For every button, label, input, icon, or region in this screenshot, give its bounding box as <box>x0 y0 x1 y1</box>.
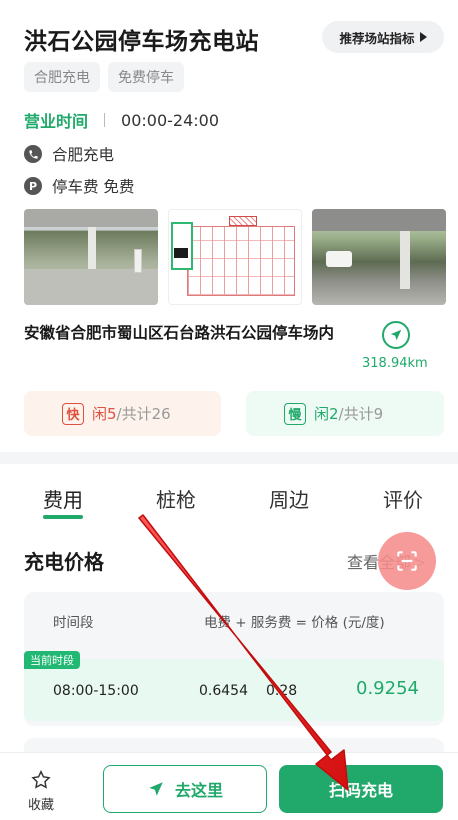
navigate-label: 去这里 <box>174 781 223 800</box>
slow-charger-card[interactable]: 慢 闲2 /共计9 <box>246 391 444 436</box>
active-tab-indicator <box>43 515 83 519</box>
station-photo[interactable] <box>312 209 446 305</box>
play-icon <box>419 32 427 42</box>
station-tags: 合肥充电 免费停车 <box>24 62 184 92</box>
total-price-cell: 0.9254 <box>356 678 419 699</box>
scan-icon <box>397 551 417 571</box>
distance: 318.94km <box>362 356 428 371</box>
slow-total-count: /共计9 <box>338 405 384 423</box>
favorite-label: 收藏 <box>27 798 54 813</box>
price-table: 时间段 电费 + 服务费 = 价格 (元/度) 当前时段 08:00-15:00… <box>24 592 444 726</box>
tab-fees[interactable]: 费用 <box>43 484 83 513</box>
section-divider <box>0 452 458 464</box>
scan-to-charge-label: 扫码充电 <box>328 781 393 800</box>
scan-to-charge-button[interactable]: 扫码充电 <box>279 765 443 813</box>
recommend-metrics-button[interactable]: 推荐场站指标 <box>322 21 444 53</box>
business-hours: 营业时间 00:00-24:00 <box>24 108 219 132</box>
slow-badge: 慢 <box>284 402 306 425</box>
parking-icon: P <box>24 177 42 195</box>
parking-map-photo[interactable] <box>168 209 302 305</box>
station-photos <box>24 209 446 305</box>
navigation-arrow-icon <box>149 782 163 796</box>
period-column-header: 时间段 <box>53 615 94 631</box>
fast-idle-count: 闲5 <box>92 405 117 423</box>
service-fee-cell: 0.28 <box>266 683 298 699</box>
station-photo[interactable] <box>24 209 158 305</box>
operator-name: 合肥充电 <box>52 146 115 164</box>
station-title: 洪石公园停车场充电站 <box>24 29 259 55</box>
navigation-icon[interactable] <box>382 321 410 349</box>
recommend-metrics-label: 推荐场站指标 <box>339 30 415 46</box>
slow-idle-count: 闲2 <box>314 405 339 423</box>
period-cell: 08:00-15:00 <box>53 683 139 699</box>
favorite-button[interactable]: 收藏 <box>24 769 58 813</box>
bottom-action-bar: 收藏 去这里 扫码充电 <box>0 752 458 820</box>
detail-tabs: 费用 桩枪 周边 评价 <box>0 478 458 522</box>
tab-nearby[interactable]: 周边 <box>269 484 309 513</box>
tab-reviews[interactable]: 评价 <box>383 484 423 513</box>
fast-total-count: /共计26 <box>116 405 171 423</box>
hours-label: 营业时间 <box>24 112 89 131</box>
electricity-fee-cell: 0.6454 <box>199 683 248 699</box>
floating-scan-button[interactable] <box>378 532 436 590</box>
star-icon <box>31 770 51 789</box>
tag-free-parking: 免费停车 <box>108 62 184 92</box>
hours-value: 00:00-24:00 <box>121 110 220 130</box>
parking-fee-text: 停车费 免费 <box>52 178 135 196</box>
tag-city: 合肥充电 <box>24 62 100 92</box>
fast-charger-card[interactable]: 快 闲5 /共计26 <box>24 391 221 436</box>
station-address: 安徽省合肥市蜀山区石台路洪石公园停车场内 <box>24 324 335 342</box>
price-formula-header: 电费 + 服务费 = 价格 (元/度) <box>204 615 385 631</box>
table-row: 当前时段 08:00-15:00 0.6454 0.28 0.9254 <box>24 651 444 721</box>
fast-badge: 快 <box>62 402 84 425</box>
parking-fee-row: P 停车费 免费 <box>24 175 134 197</box>
navigate-here-button[interactable]: 去这里 <box>103 765 267 813</box>
hours-divider <box>104 113 106 127</box>
current-period-badge: 当前时段 <box>24 651 80 669</box>
tab-chargers[interactable]: 桩枪 <box>156 484 196 513</box>
pricing-title: 充电价格 <box>24 550 104 574</box>
phone-icon <box>24 145 42 163</box>
operator-row[interactable]: 合肥充电 <box>24 143 114 165</box>
